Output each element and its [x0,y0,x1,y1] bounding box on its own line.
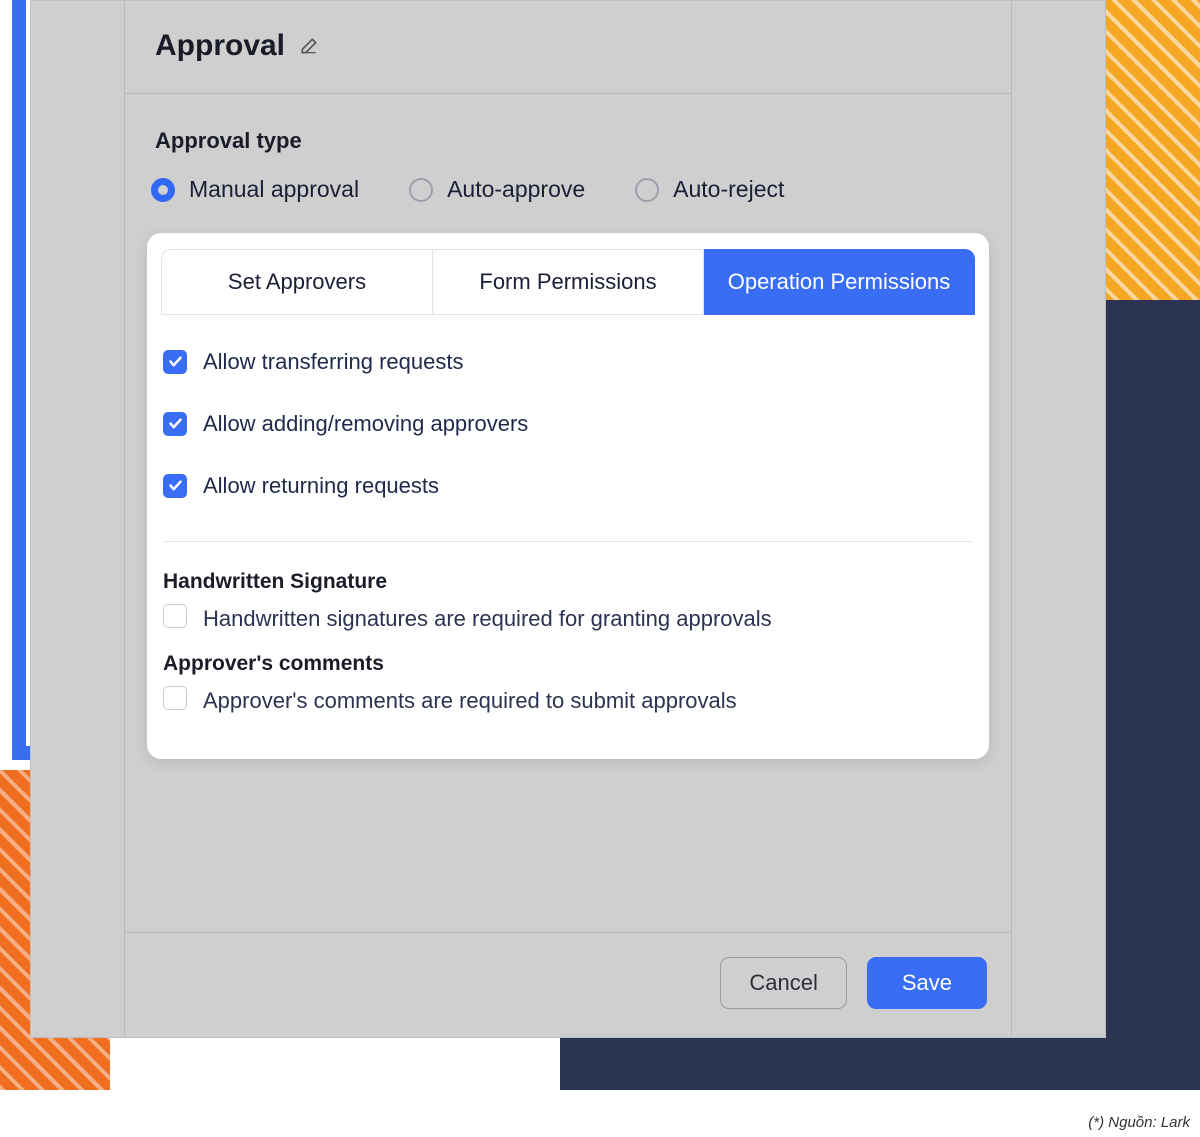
approval-type-radio-group: Manual approval Auto-approve Auto-reject [147,176,989,203]
operation-permissions-list: Allow transferring requests Allow adding… [147,315,989,533]
signature-title: Handwritten Signature [163,570,973,594]
tab-label: Form Permissions [479,268,656,296]
tab-form-permissions[interactable]: Form Permissions [433,249,704,315]
dialog-footer: Cancel Save [125,932,1011,1037]
cancel-button[interactable]: Cancel [720,957,846,1009]
checkbox-label: Allow adding/removing approvers [203,411,528,437]
checkbox-label: Approver's comments are required to subm… [203,686,737,717]
radio-icon [635,178,659,202]
checkbox-allow-adding-removing[interactable]: Allow adding/removing approvers [163,411,973,437]
checkbox-allow-returning[interactable]: Allow returning requests [163,473,973,499]
tabs: Set Approvers Form Permissions Operation… [147,233,989,315]
checkbox-icon [163,412,187,436]
checkbox-label: Allow returning requests [203,473,439,499]
dialog-inner: Approval Approval type Manual approval A… [124,1,1012,1037]
checkbox-comments-required[interactable]: Approver's comments are required to subm… [163,686,973,717]
tab-operation-permissions[interactable]: Operation Permissions [704,249,975,315]
radio-icon [409,178,433,202]
checkbox-allow-transferring[interactable]: Allow transferring requests [163,349,973,375]
approval-type-label: Approval type [147,128,989,154]
radio-manual-approval[interactable]: Manual approval [151,176,359,203]
image-credit: (*) Nguồn: Lark [1088,1114,1190,1131]
tab-set-approvers[interactable]: Set Approvers [161,249,433,315]
comments-section: Approver's comments Approver's comments … [147,652,989,735]
checkbox-label: Allow transferring requests [203,349,463,375]
dialog-panel: Approval Approval type Manual approval A… [30,0,1106,1038]
checkbox-icon [163,604,187,628]
permissions-card: Set Approvers Form Permissions Operation… [147,233,989,759]
checkbox-icon [163,350,187,374]
signature-section: Handwritten Signature Handwritten signat… [147,570,989,653]
dialog-body: Approval type Manual approval Auto-appro… [125,94,1011,932]
radio-label: Manual approval [189,176,359,203]
save-button[interactable]: Save [867,957,987,1009]
edit-icon[interactable] [299,36,319,56]
dialog-header: Approval [125,1,1011,94]
tab-label: Set Approvers [228,268,366,296]
checkbox-label: Handwritten signatures are required for … [203,604,772,635]
tab-label: Operation Permissions [728,268,951,296]
radio-icon [151,178,175,202]
radio-auto-approve[interactable]: Auto-approve [409,176,585,203]
checkbox-icon [163,686,187,710]
comments-title: Approver's comments [163,652,973,676]
checkbox-signature-required[interactable]: Handwritten signatures are required for … [163,604,973,635]
page-title: Approval [155,29,285,63]
radio-label: Auto-approve [447,176,585,203]
checkbox-icon [163,474,187,498]
radio-label: Auto-reject [673,176,784,203]
divider [163,541,973,542]
radio-auto-reject[interactable]: Auto-reject [635,176,784,203]
